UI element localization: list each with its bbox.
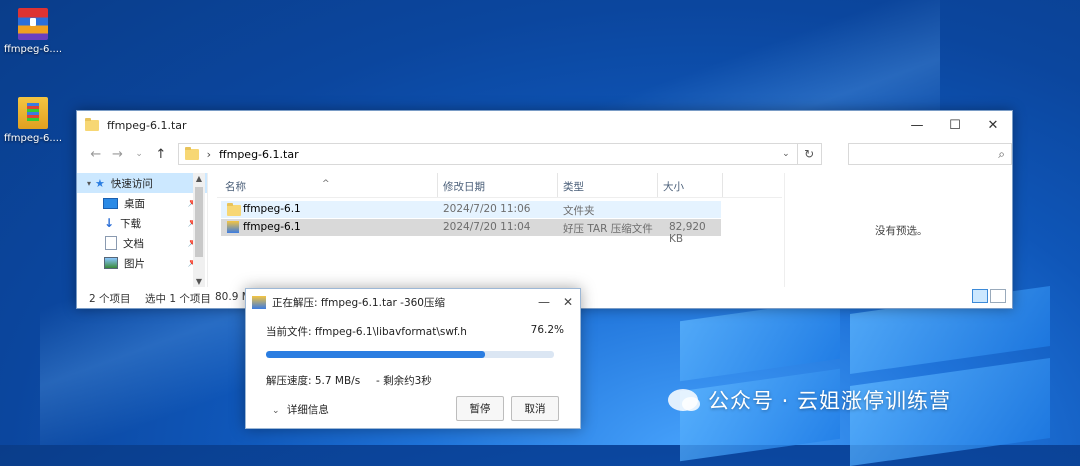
document-icon — [105, 236, 117, 250]
chevron-down-icon[interactable]: ⌄ — [775, 149, 797, 159]
watermark: 公众号 · 云姐涨停训练营 — [668, 385, 951, 415]
desktop-icon-label: ffmpeg-6.... — [3, 133, 63, 144]
file-type: 文件夹 — [563, 205, 595, 217]
desktop-icon-label: ffmpeg-6.... — [3, 44, 63, 55]
address-path: ffmpeg-6.1.tar — [219, 147, 299, 161]
details-toggle[interactable]: ⌄ 详细信息 — [272, 402, 329, 417]
desktop-icon-zip[interactable]: ffmpeg-6.... — [0, 97, 66, 144]
search-icon: ⌕ — [998, 146, 1005, 161]
folder-icon — [184, 146, 199, 160]
sidebar-item-label: 桌面 — [124, 197, 145, 210]
file-name: ffmpeg-6.1 — [243, 203, 301, 215]
star-icon: ★ — [95, 176, 105, 190]
desktop-icon-rar[interactable]: ffmpeg-6.... — [0, 8, 66, 55]
file-type: 好压 TAR 压缩文件 — [563, 223, 653, 235]
window-titlebar[interactable]: ffmpeg-6.1.tar — ☐ ✕ — [77, 111, 1012, 139]
column-header-modified[interactable]: 修改日期 — [443, 179, 485, 194]
column-headers: ^ 名称 修改日期 类型 大小 — [217, 173, 782, 198]
scrollbar-thumb[interactable] — [195, 187, 203, 257]
cancel-button[interactable]: 取消 — [511, 396, 559, 421]
dialog-title: 正在解压: ffmpeg-6.1.tar -360压缩 — [272, 296, 445, 309]
details-label: 详细信息 — [286, 404, 329, 416]
sidebar-item-label: 图片 — [124, 257, 145, 270]
sidebar-scrollbar[interactable]: ▲ ▼ — [193, 173, 205, 287]
file-modified: 2024/7/20 11:06 — [443, 203, 531, 215]
scroll-down-icon[interactable]: ▼ — [193, 277, 205, 286]
sidebar-item-desktop[interactable]: 桌面 📌 — [77, 193, 207, 213]
refresh-button[interactable]: ↻ — [797, 143, 822, 165]
dialog-titlebar[interactable]: 正在解压: ffmpeg-6.1.tar -360压缩 — ✕ — [246, 289, 580, 315]
sidebar-item-documents[interactable]: 文档 📌 — [77, 233, 207, 253]
back-button[interactable]: ← — [85, 147, 107, 162]
archive-icon — [252, 295, 266, 309]
maximize-button[interactable]: ☐ — [936, 111, 974, 139]
search-input[interactable]: ⌕ — [847, 143, 1012, 165]
pause-button[interactable]: 暂停 — [456, 396, 504, 421]
navigation-pane: ▾ ★ 快速访问 桌面 📌 ↓ 下载 📌 文档 📌 图片 — [77, 173, 208, 287]
download-icon: ↓ — [104, 216, 115, 230]
folder-icon — [85, 117, 99, 131]
sidebar-item-quick-access[interactable]: ▾ ★ 快速访问 — [77, 173, 207, 193]
address-bar[interactable]: › ffmpeg-6.1.tar ⌄ — [177, 143, 798, 165]
current-file-label: 当前文件: ffmpeg-6.1\libavformat\swf.h — [266, 326, 467, 338]
desktop-icon — [103, 197, 118, 209]
item-count: 2 个项目 — [89, 293, 131, 305]
sidebar-item-pictures[interactable]: 图片 📌 — [77, 253, 207, 273]
explorer-window: ffmpeg-6.1.tar — ☐ ✕ ← → ⌄ ↑ › ffmpeg-6.… — [76, 110, 1013, 309]
progress-bar — [266, 351, 554, 358]
sidebar-item-label: 快速访问 — [110, 177, 153, 190]
archive-icon — [227, 221, 239, 233]
picture-icon — [104, 257, 118, 269]
large-icons-view-icon[interactable] — [990, 289, 1006, 303]
sidebar-item-downloads[interactable]: ↓ 下载 📌 — [77, 213, 207, 233]
selection-count: 选中 1 个项目 — [145, 293, 211, 305]
minimize-button[interactable]: — — [532, 295, 556, 309]
column-header-type[interactable]: 类型 — [563, 179, 584, 194]
progress-percent: 76.2% — [530, 324, 564, 336]
chevron-right-icon: › — [206, 147, 212, 161]
file-modified: 2024/7/20 11:04 — [443, 221, 531, 233]
close-button[interactable]: ✕ — [556, 295, 580, 309]
scroll-up-icon[interactable]: ▲ — [193, 174, 205, 183]
sidebar-item-label: 文档 — [123, 237, 144, 250]
sidebar-item-label: 下载 — [120, 217, 142, 230]
forward-button[interactable]: → — [107, 147, 129, 162]
minimize-button[interactable]: — — [898, 111, 936, 139]
close-button[interactable]: ✕ — [974, 111, 1012, 139]
extract-speed: 解压速度: 5.7 MB/s — [266, 375, 361, 387]
windows-logo-wallpaper — [640, 285, 1080, 466]
table-row[interactable]: ffmpeg-6.1 2024/7/20 11:04 好压 TAR 压缩文件 8… — [221, 219, 721, 245]
extract-progress-dialog: 正在解压: ffmpeg-6.1.tar -360压缩 — ✕ 当前文件: ff… — [245, 288, 581, 429]
wechat-icon — [668, 389, 700, 411]
preview-text: 没有预选。 — [875, 225, 928, 237]
file-name: ffmpeg-6.1 — [243, 221, 301, 233]
window-title: ffmpeg-6.1.tar — [107, 118, 187, 132]
chevron-down-icon[interactable]: ▾ — [87, 179, 91, 188]
zip-archive-icon — [18, 97, 48, 129]
time-remaining: - 剩余约3秒 — [376, 375, 432, 387]
chevron-down-icon: ⌄ — [272, 406, 280, 416]
column-header-size[interactable]: 大小 — [663, 179, 684, 194]
archive-icon — [18, 8, 48, 40]
sort-caret-icon: ^ — [322, 179, 330, 189]
file-list: ^ 名称 修改日期 类型 大小 ffmpeg-6.1 2024/7/20 11:… — [217, 173, 782, 287]
column-header-name[interactable]: 名称 — [225, 179, 246, 194]
watermark-text: 公众号 · 云姐涨停训练营 — [708, 389, 952, 413]
details-view-icon[interactable] — [972, 289, 988, 303]
recent-dropdown-icon[interactable]: ⌄ — [128, 149, 150, 159]
table-row[interactable]: ffmpeg-6.1 2024/7/20 11:06 文件夹 — [221, 201, 721, 218]
preview-pane: 没有预选。 — [784, 173, 1013, 287]
folder-icon — [227, 203, 241, 216]
navigation-bar: ← → ⌄ ↑ › ffmpeg-6.1.tar ⌄ ↻ ⌕ — [77, 139, 1012, 169]
file-size: 82,920 KB — [669, 221, 706, 245]
up-button[interactable]: ↑ — [150, 147, 172, 162]
progress-bar-fill — [266, 351, 486, 358]
